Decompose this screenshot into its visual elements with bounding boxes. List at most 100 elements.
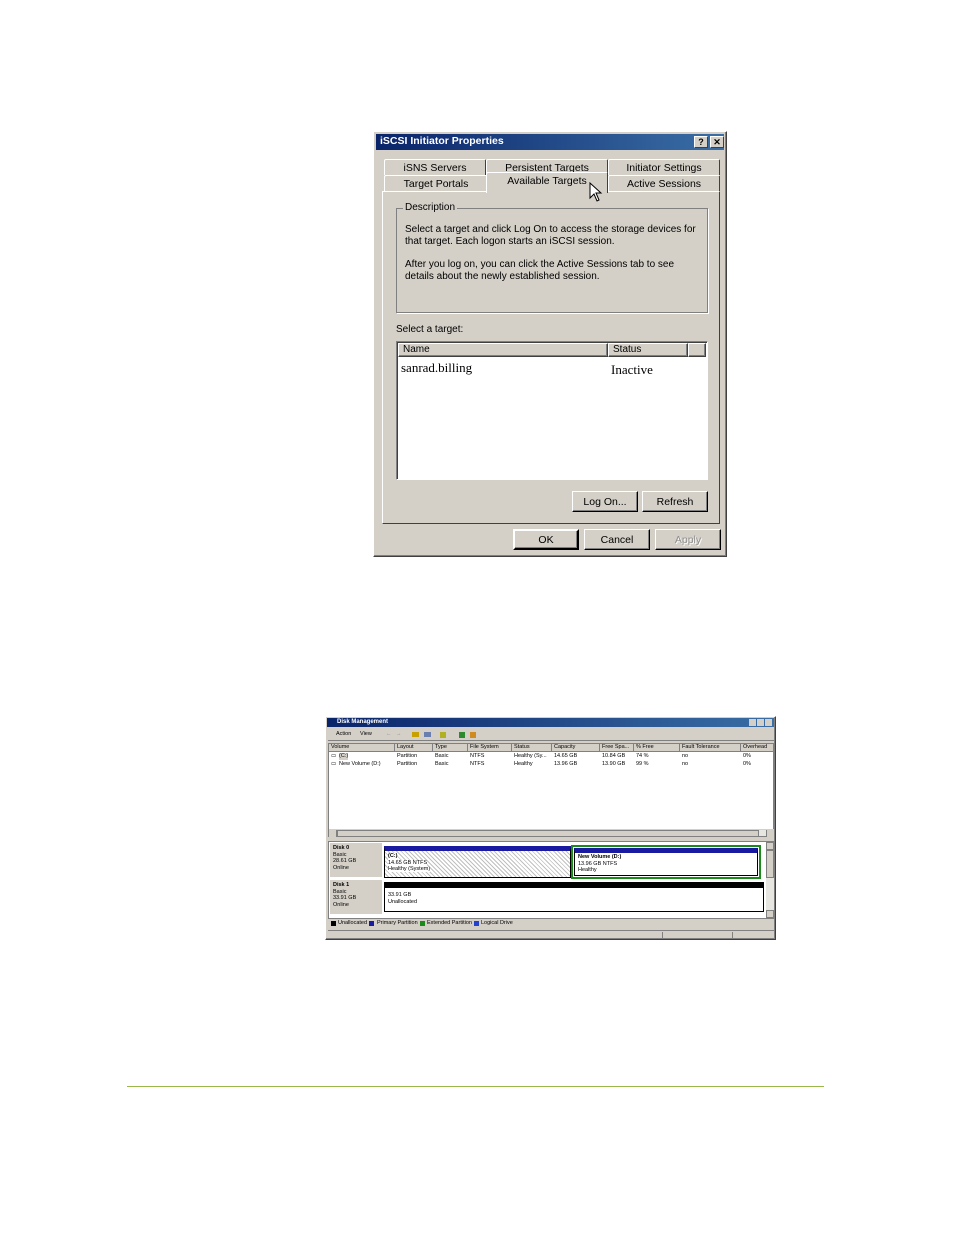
- scroll-down-button[interactable]: [766, 910, 774, 918]
- col-overhead[interactable]: Overhead: [741, 744, 774, 752]
- unallocated-space[interactable]: 33.91 GB Unallocated: [384, 882, 764, 912]
- forward-icon[interactable]: →: [396, 731, 402, 738]
- apply-button[interactable]: Apply: [655, 529, 721, 550]
- col-status[interactable]: Status: [512, 744, 552, 752]
- cell-free: 10.84 GB: [602, 753, 626, 759]
- col-type[interactable]: Type: [433, 744, 468, 752]
- cell-fs: NTFS: [470, 753, 485, 759]
- list-icon[interactable]: [424, 732, 431, 737]
- horizontal-scrollbar[interactable]: [329, 829, 774, 837]
- scroll-thumb[interactable]: [337, 830, 759, 837]
- partition-d-status: Healthy: [578, 867, 597, 873]
- help-icon: ?: [698, 137, 704, 147]
- page-divider-rule: [127, 1086, 824, 1087]
- minimize-button[interactable]: [749, 719, 756, 726]
- scroll-right-button[interactable]: [766, 830, 774, 837]
- col-filesystem[interactable]: File System: [468, 744, 512, 752]
- col-fault-tolerance[interactable]: Fault Tolerance: [680, 744, 741, 752]
- col-capacity[interactable]: Capacity: [552, 744, 600, 752]
- button-label: OK: [538, 533, 554, 546]
- column-label: Status: [613, 344, 642, 355]
- partition-d[interactable]: New Volume (D:) 13.96 GB NTFS Healthy: [571, 845, 761, 879]
- cell-free: 13.90 GB: [602, 761, 626, 767]
- tab-isns-servers[interactable]: iSNS Servers: [384, 159, 486, 175]
- target-list[interactable]: Name Status sanrad.billing Inactive: [396, 341, 708, 480]
- legend-logical-swatch: [474, 921, 479, 926]
- dm-title: Disk Management: [337, 719, 389, 725]
- cell-fault: no: [682, 753, 689, 759]
- cancel-button[interactable]: Cancel: [584, 529, 650, 550]
- close-button[interactable]: ✕: [710, 136, 724, 148]
- target-row[interactable]: sanrad.billing Inactive: [401, 360, 701, 377]
- cell-capacity: 13.96 GB: [554, 761, 578, 767]
- help-button[interactable]: ?: [694, 136, 708, 148]
- maximize-button[interactable]: [757, 719, 764, 726]
- mouse-pointer-icon: [589, 182, 603, 202]
- button-label: Apply: [674, 533, 702, 546]
- dm-close-button[interactable]: [765, 719, 772, 726]
- tab-active-sessions[interactable]: Active Sessions: [608, 175, 720, 191]
- col-free-space[interactable]: Free Spa...: [600, 744, 634, 752]
- scroll-thumb[interactable]: [766, 850, 774, 878]
- dm-toolbar: Action View ← →: [328, 729, 774, 741]
- close-icon: ✕: [713, 136, 721, 147]
- tab-label: Active Sessions: [626, 177, 702, 190]
- drive-icon: ▭: [331, 753, 337, 759]
- disk1-state: Online: [333, 901, 349, 908]
- column-header-status[interactable]: Status: [608, 343, 688, 357]
- col-volume[interactable]: Volume: [329, 744, 395, 752]
- description-legend: Description: [403, 202, 458, 213]
- legend-bar: Unallocated Primary Partition Extended P…: [328, 919, 774, 928]
- dialog-title-bar[interactable]: iSCSI Initiator Properties ? ✕: [376, 134, 724, 150]
- column-header-filler: [688, 343, 706, 357]
- target-list-header: Name Status: [398, 343, 706, 357]
- log-on-button[interactable]: Log On...: [572, 491, 638, 512]
- help-icon[interactable]: [459, 732, 465, 738]
- cell-layout: Partition: [397, 761, 418, 767]
- tab-label: Initiator Settings: [626, 161, 702, 174]
- menu-action[interactable]: Action: [336, 731, 351, 738]
- volume-row[interactable]: ▭ New Volume (D:) Partition Basic NTFS H…: [329, 761, 774, 769]
- column-header-name[interactable]: Name: [398, 343, 608, 357]
- cell-status: Healthy (Sy...: [514, 753, 547, 759]
- legend-logical-label: Logical Drive: [481, 920, 513, 926]
- description-text-1: Select a target and click Log On to acce…: [405, 224, 696, 247]
- tab-target-portals[interactable]: Target Portals: [384, 175, 488, 191]
- dm-title-bar[interactable]: Disk Management: [327, 718, 774, 727]
- menu-view[interactable]: View: [360, 731, 372, 738]
- col-pct-free[interactable]: % Free: [634, 744, 680, 752]
- iscsi-properties-dialog: iSCSI Initiator Properties ? ✕ iSNS Serv…: [373, 131, 727, 557]
- volume-list[interactable]: Volume Layout Type File System Status Ca…: [328, 743, 774, 837]
- disk1-info[interactable]: Disk 1 Basic 33.91 GB Online: [330, 880, 382, 914]
- scroll-left-button[interactable]: [329, 830, 337, 837]
- properties-icon[interactable]: [440, 732, 446, 738]
- tab-initiator-settings[interactable]: Initiator Settings: [608, 159, 720, 175]
- vertical-scrollbar[interactable]: [766, 842, 774, 918]
- disk-graphical-view: Disk 0 Basic 28.61 GB Online (C:) 14.65 …: [328, 841, 774, 919]
- legend-primary-swatch: [369, 921, 374, 926]
- back-icon[interactable]: ←: [386, 731, 392, 738]
- cell-capacity: 14.65 GB: [554, 753, 578, 759]
- legend-extended-label: Extended Partition: [427, 920, 472, 926]
- folder-icon[interactable]: [412, 732, 419, 737]
- drive-icon: ▭: [331, 761, 337, 767]
- cell-type: Basic: [435, 761, 449, 767]
- button-label: Log On...: [583, 495, 627, 508]
- cell-pct: 74 %: [636, 753, 649, 759]
- cell-fault: no: [682, 761, 689, 767]
- legend-unallocated-swatch: [331, 921, 336, 926]
- button-label: Cancel: [600, 533, 634, 546]
- partition-c[interactable]: (C:) 14.65 GB NTFS Healthy (System): [384, 846, 571, 878]
- volume-row[interactable]: ▭ (C:) Partition Basic NTFS Healthy (Sy.…: [329, 753, 774, 761]
- cell-volume: New Volume (D:): [339, 761, 381, 767]
- refresh-button[interactable]: Refresh: [642, 491, 708, 512]
- select-target-label: Select a target:: [396, 324, 464, 335]
- cell-volume: (C:): [339, 753, 349, 760]
- ok-button[interactable]: OK: [513, 529, 579, 550]
- refresh-icon[interactable]: [470, 732, 476, 738]
- cell-overhead: 0%: [743, 761, 751, 767]
- scroll-up-button[interactable]: [766, 842, 774, 850]
- disk0-info[interactable]: Disk 0 Basic 28.61 GB Online: [330, 843, 382, 877]
- col-layout[interactable]: Layout: [395, 744, 433, 752]
- unallocated-status: Unallocated: [388, 898, 418, 905]
